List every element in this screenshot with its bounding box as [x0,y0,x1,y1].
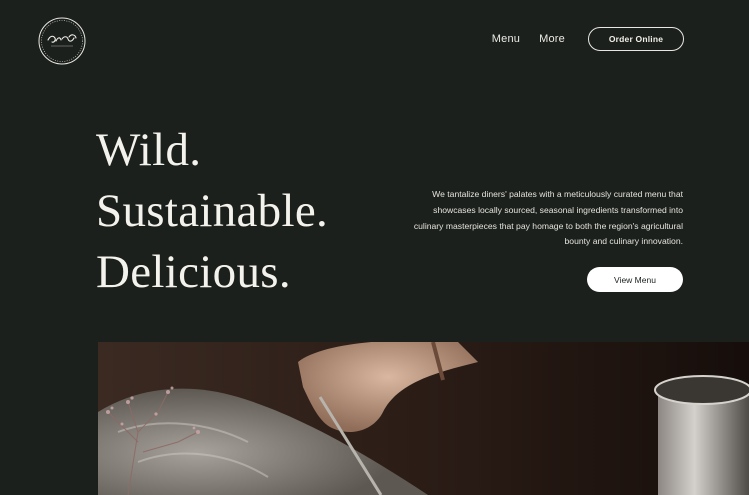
nav-more-link[interactable]: More [539,33,565,45]
headline-line-wild: Wild. [96,124,202,176]
headline-line-sustainable: Sustainable. [96,185,329,237]
view-menu-button[interactable]: View Menu [587,267,683,292]
headline-line-delicious: Delicious. [96,246,291,298]
dining-scene-image [98,342,749,495]
hero-photo [98,342,749,495]
hero-headline: Wild. Sustainable. Delicious. [96,120,328,303]
main-nav: Menu More Order Online [492,27,684,51]
hero-intro-text: We tantalize diners' palates with a meti… [413,189,683,247]
restaurant-logo[interactable] [37,16,87,66]
nav-menu-link[interactable]: Menu [492,33,520,45]
restaurant-logo-icon [38,17,86,65]
order-online-button[interactable]: Order Online [588,27,684,51]
landing-page: Menu More Order Online Wild. Sustainable… [0,0,749,495]
